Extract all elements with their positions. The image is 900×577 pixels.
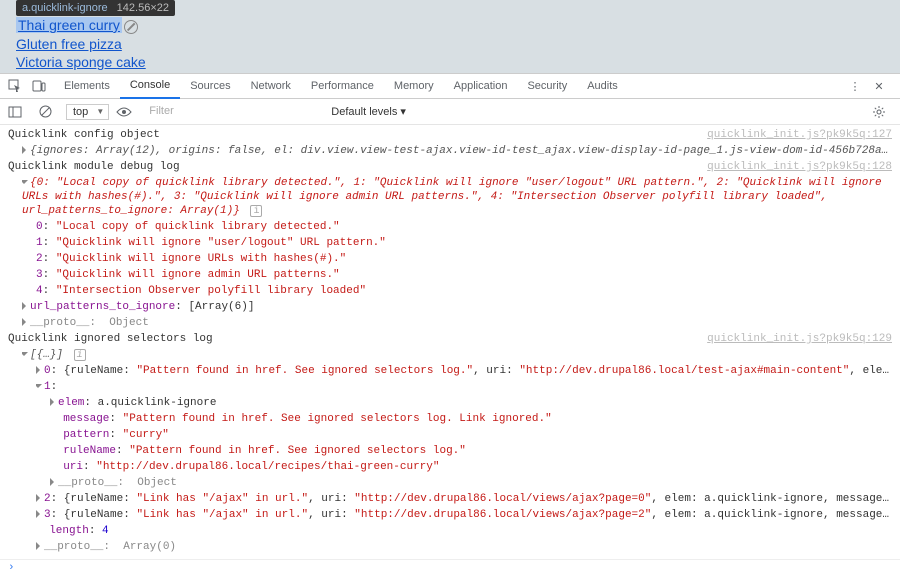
log-array-header[interactable]: [{…}] i (0, 347, 900, 363)
console-output: Quicklink config object quicklink_init.j… (0, 125, 900, 559)
log-prop: pattern: "curry" (0, 427, 900, 443)
collapse-icon[interactable] (36, 384, 42, 388)
log-object-inline[interactable]: {0: "Local copy of quicklink library det… (0, 175, 900, 219)
log-proto[interactable]: __proto__: Object (0, 475, 900, 491)
log-length: length: 4 (0, 523, 900, 539)
log-entry[interactable]: 2: "Quicklink will ignore URLs with hash… (0, 251, 900, 267)
log-entry[interactable]: 0: "Local copy of quicklink library dete… (0, 219, 900, 235)
collapse-icon[interactable] (22, 352, 28, 356)
kebab-icon[interactable]: ⋮ (846, 77, 864, 95)
devtools-tabbar: ElementsConsoleSourcesNetworkPerformance… (0, 73, 900, 99)
expand-icon[interactable] (36, 510, 40, 518)
device-icon[interactable] (30, 77, 48, 95)
log-entry[interactable]: 2: {ruleName: "Link has "/ajax" in url."… (0, 491, 900, 507)
source-link[interactable]: quicklink_init.js?pk9k5q:129 (699, 332, 892, 346)
tab-memory[interactable]: Memory (384, 73, 444, 99)
tab-audits[interactable]: Audits (577, 73, 628, 99)
console-toolbar: top Default levels ▾ (0, 99, 900, 125)
log-entry[interactable]: 1: "Quicklink will ignore "user/logout" … (0, 235, 900, 251)
info-icon[interactable]: i (74, 349, 86, 361)
tab-application[interactable]: Application (444, 73, 518, 99)
console-prompt[interactable]: › (0, 559, 900, 576)
sidebar-toggle-icon[interactable] (6, 103, 24, 121)
link-cake[interactable]: Victoria sponge cake (16, 54, 146, 70)
log-entry[interactable]: 3: {ruleName: "Link has "/ajax" in url."… (0, 507, 900, 523)
element-tooltip: a.quicklink-ignore 142.56×22 (16, 0, 175, 16)
link-thai-curry[interactable]: Thai green curry (18, 17, 120, 33)
expand-icon[interactable] (22, 318, 26, 326)
log-prop: message: "Pattern found in href. See ign… (0, 411, 900, 427)
info-icon[interactable]: i (250, 205, 262, 217)
log-group-1-header[interactable]: Quicklink config object quicklink_init.j… (0, 127, 900, 143)
inspect-icon[interactable] (6, 77, 24, 95)
log-object-summary[interactable]: {ignores: Array(12), origins: false, el:… (0, 143, 900, 159)
log-group-2-header[interactable]: Quicklink module debug log quicklink_ini… (0, 159, 900, 175)
log-prop: uri: "http://dev.drupal86.local/recipes/… (0, 459, 900, 475)
log-proto[interactable]: __proto__: Array(0) (0, 539, 900, 555)
log-entry[interactable]: 0: {ruleName: "Pattern found in href. Se… (0, 363, 900, 379)
log-proto[interactable]: __proto__: Object (0, 315, 900, 331)
tooltip-dims: 142.56×22 (117, 2, 169, 14)
log-prop: ruleName: "Pattern found in href. See ig… (0, 443, 900, 459)
collapse-icon[interactable] (22, 180, 28, 184)
expand-icon[interactable] (36, 494, 40, 502)
tab-elements[interactable]: Elements (54, 73, 120, 99)
expand-icon[interactable] (50, 478, 54, 486)
link-pizza[interactable]: Gluten free pizza (16, 36, 122, 52)
tab-sources[interactable]: Sources (180, 73, 240, 99)
expand-icon[interactable] (50, 398, 54, 406)
forbidden-icon (124, 20, 138, 34)
clear-console-icon[interactable] (36, 103, 54, 121)
expand-icon[interactable] (36, 366, 40, 374)
tab-performance[interactable]: Performance (301, 73, 384, 99)
expand-icon[interactable] (36, 542, 40, 550)
log-entry-expanded[interactable]: 1: (0, 379, 900, 395)
expand-icon[interactable] (22, 146, 26, 154)
tooltip-class: .quicklink-ignore (28, 2, 107, 14)
source-link[interactable]: quicklink_init.js?pk9k5q:128 (699, 160, 892, 174)
tab-security[interactable]: Security (517, 73, 577, 99)
log-prop[interactable]: elem: a.quicklink-ignore (0, 395, 900, 411)
tab-network[interactable]: Network (241, 73, 301, 99)
source-link[interactable]: quicklink_init.js?pk9k5q:127 (699, 128, 892, 142)
context-selector[interactable]: top (66, 104, 109, 120)
close-icon[interactable]: ✕ (870, 77, 888, 95)
log-entry[interactable]: 4: "Intersection Observer polyfill libra… (0, 283, 900, 299)
expand-icon[interactable] (22, 302, 26, 310)
page-preview: a.quicklink-ignore 142.56×22 Thai green … (0, 0, 900, 73)
live-expression-icon[interactable] (115, 103, 133, 121)
tab-console[interactable]: Console (120, 73, 180, 99)
log-entry[interactable]: url_patterns_to_ignore: [Array(6)] (0, 299, 900, 315)
log-group-3-header[interactable]: Quicklink ignored selectors log quicklin… (0, 331, 900, 347)
log-levels-selector[interactable]: Default levels ▾ (331, 105, 406, 118)
settings-gear-icon[interactable] (870, 103, 888, 121)
log-entry[interactable]: 3: "Quicklink will ignore admin URL patt… (0, 267, 900, 283)
filter-input[interactable] (145, 103, 325, 120)
